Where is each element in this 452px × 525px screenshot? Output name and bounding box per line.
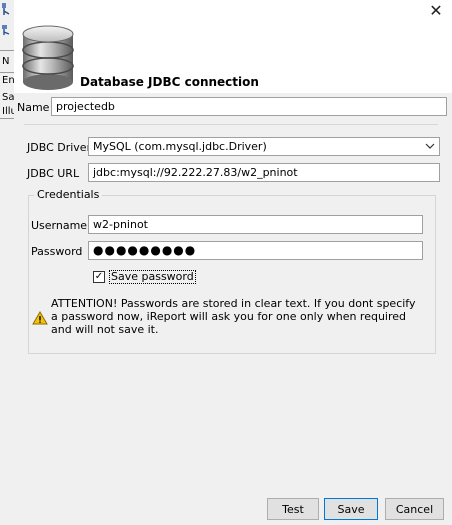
dialog-title: Database JDBC connection [80,75,259,89]
divider [0,72,14,73]
test-button[interactable]: Test [267,498,319,520]
save-password-checkbox[interactable]: ✓ [93,271,105,283]
jdbc-driver-value: MySQL (com.mysql.jdbc.Driver) [93,140,267,153]
chevron-down-icon[interactable] [425,138,435,161]
button-bar: Test Save Cancel [14,495,452,525]
username-field[interactable]: w2-pninot [88,215,423,234]
jdbc-url-label: JDBC URL [27,167,80,180]
jdbc-url-field[interactable]: jdbc:mysql://92.222.27.83/w2_pninot [88,163,440,182]
password-label: Password [31,245,83,258]
password-field[interactable]: ●●●●●●●●● [88,241,423,260]
close-button[interactable]: ✕ [426,1,446,21]
cancel-button[interactable]: Cancel [385,498,444,520]
background-window: N En Sa Illu [0,0,15,525]
warning-message: ATTENTION! Passwords are stored in clear… [51,297,416,336]
separator [24,124,438,125]
username-label: Username [31,219,88,232]
warning-icon [32,311,48,328]
save-password-label[interactable]: Save password [109,270,196,284]
jdbc-connection-dialog: ✕ Database JDBC connection Name projecte… [14,0,452,525]
save-button[interactable]: Save [324,498,378,520]
app-icon-small [0,24,12,36]
background-label: N [2,56,10,67]
divider [0,50,14,51]
jdbc-driver-label: JDBC Driver [27,141,92,154]
name-label: Name [17,101,50,114]
divider [0,118,14,119]
background-label: En [2,75,14,86]
background-label: Sa [2,92,14,103]
close-icon[interactable]: ✕ [429,1,442,20]
background-label: Illu [2,106,14,117]
dialog-body: Name projectedb JDBC Driver MySQL (com.m… [14,93,452,495]
app-icon [0,2,14,18]
database-icon [19,24,77,95]
credentials-legend: Credentials [34,188,103,201]
jdbc-driver-select[interactable]: MySQL (com.mysql.jdbc.Driver) [88,137,440,156]
name-field[interactable]: projectedb [51,97,447,116]
credentials-group: Credentials Username w2-pninot Password … [28,188,436,354]
